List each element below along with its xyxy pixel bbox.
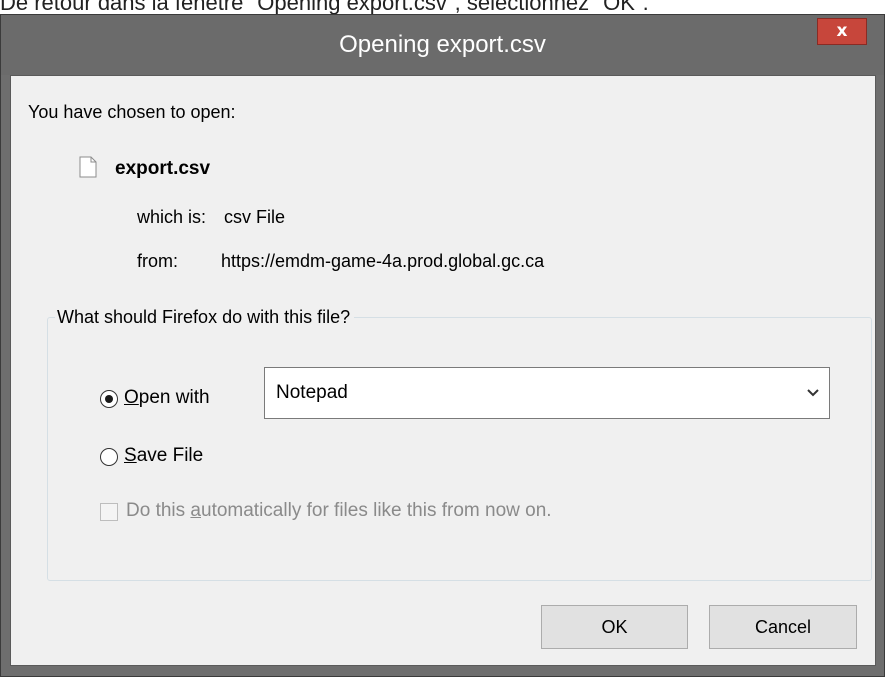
file-name: export.csv — [115, 158, 211, 179]
open-with-mnemonic: O — [124, 387, 139, 408]
save-file-radio[interactable] — [100, 448, 118, 466]
save-file-label[interactable]: Save File — [124, 445, 203, 467]
intro-text: You have chosen to open: — [28, 102, 236, 122]
ok-button[interactable]: OK — [541, 605, 688, 649]
open-with-label-rest: pen with — [138, 387, 210, 408]
application-select-value: Notepad — [276, 382, 348, 403]
title-bar[interactable]: Opening export.csv x — [1, 15, 884, 75]
opening-file-dialog: Opening export.csv x You have chosen to … — [0, 14, 885, 677]
dialog-body: You have chosen to open: export.csv whic… — [10, 75, 876, 666]
open-with-label[interactable]: Open with — [124, 387, 210, 409]
auto-action-rest: utomatically for files like this from no… — [201, 500, 552, 521]
cancel-button[interactable]: Cancel — [709, 605, 857, 649]
document-icon — [79, 156, 97, 178]
chevron-down-icon — [807, 389, 819, 397]
source-url: https://emdm-game-4a.prod.global.gc.ca — [221, 251, 545, 271]
auto-action-mnemonic: a — [190, 500, 201, 521]
close-button[interactable]: x — [817, 18, 867, 45]
action-group-label: What should Firefox do with this file? — [55, 305, 355, 329]
application-select[interactable]: Notepad — [264, 367, 830, 419]
save-file-mnemonic: S — [124, 445, 137, 466]
dialog-title: Opening export.csv — [339, 31, 546, 58]
auto-action-prefix: Do this — [126, 500, 191, 521]
auto-action-checkbox[interactable] — [100, 503, 118, 521]
auto-action-label[interactable]: Do this automatically for files like thi… — [126, 500, 552, 522]
radio-selected-dot — [105, 395, 113, 403]
source-label: from: — [137, 251, 179, 271]
file-type-value: csv File — [224, 207, 286, 227]
file-type-label: which is: — [137, 207, 207, 227]
open-with-radio[interactable] — [100, 390, 118, 408]
save-file-label-rest: ave File — [136, 445, 204, 466]
